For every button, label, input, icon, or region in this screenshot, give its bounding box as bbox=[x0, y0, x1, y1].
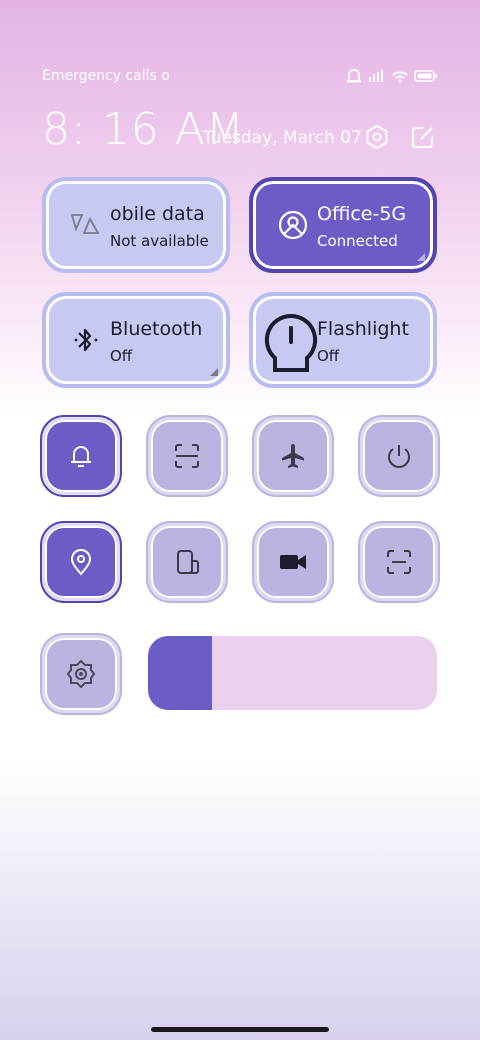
tile-do-not-disturb[interactable] bbox=[42, 417, 120, 495]
tile-bluetooth[interactable]: Bluetooth Off bbox=[42, 292, 230, 388]
edit-icon[interactable] bbox=[408, 122, 438, 152]
tile-subtitle: Off bbox=[317, 347, 340, 365]
tile-title: Office-5G bbox=[317, 203, 407, 225]
tile-scan[interactable] bbox=[148, 417, 226, 495]
brightness-slider-fill bbox=[148, 636, 212, 710]
tile-screen-record[interactable] bbox=[254, 523, 332, 601]
brightness-slider[interactable] bbox=[148, 636, 437, 710]
battery-icon bbox=[414, 70, 438, 82]
expand-corner[interactable] bbox=[417, 253, 425, 261]
tile-subtitle: Not available bbox=[110, 232, 209, 250]
tile-title: obile data bbox=[110, 203, 205, 225]
tile-subtitle: Connected bbox=[317, 232, 398, 250]
status-bar: Emergency calls o bbox=[42, 68, 438, 86]
tile-power[interactable] bbox=[360, 417, 438, 495]
tile-title: Bluetooth bbox=[110, 318, 203, 340]
carrier-text: Emergency calls o bbox=[42, 68, 170, 84]
tile-flashlight[interactable]: Flashlight Off bbox=[249, 292, 437, 388]
tile-mobile-data[interactable]: obile data Not available bbox=[42, 177, 230, 273]
tile-brightness-settings[interactable] bbox=[42, 635, 120, 713]
flashlight-icon bbox=[261, 312, 321, 376]
signal-icon bbox=[368, 69, 386, 83]
bluetooth-icon bbox=[68, 322, 104, 358]
settings-hex-icon[interactable] bbox=[362, 122, 392, 152]
tile-airplane-mode[interactable] bbox=[254, 417, 332, 495]
alarm-icon bbox=[346, 69, 362, 83]
date-label: Tuesday, March 07 bbox=[203, 128, 362, 148]
tile-title: Flashlight bbox=[317, 318, 409, 340]
wifi-tile-icon bbox=[275, 207, 311, 243]
panel-drag-handle[interactable] bbox=[213, 739, 267, 742]
tile-screenshot[interactable] bbox=[360, 523, 438, 601]
mobile-data-icon bbox=[68, 207, 104, 243]
wifi-icon bbox=[392, 69, 408, 83]
tile-rotate[interactable] bbox=[148, 523, 226, 601]
expand-corner[interactable] bbox=[210, 368, 218, 376]
gesture-navigation-bar[interactable] bbox=[151, 1027, 329, 1032]
tile-subtitle: Off bbox=[110, 347, 133, 365]
tile-location[interactable] bbox=[42, 523, 120, 601]
tile-wifi[interactable]: Office-5G Connected bbox=[249, 177, 437, 273]
